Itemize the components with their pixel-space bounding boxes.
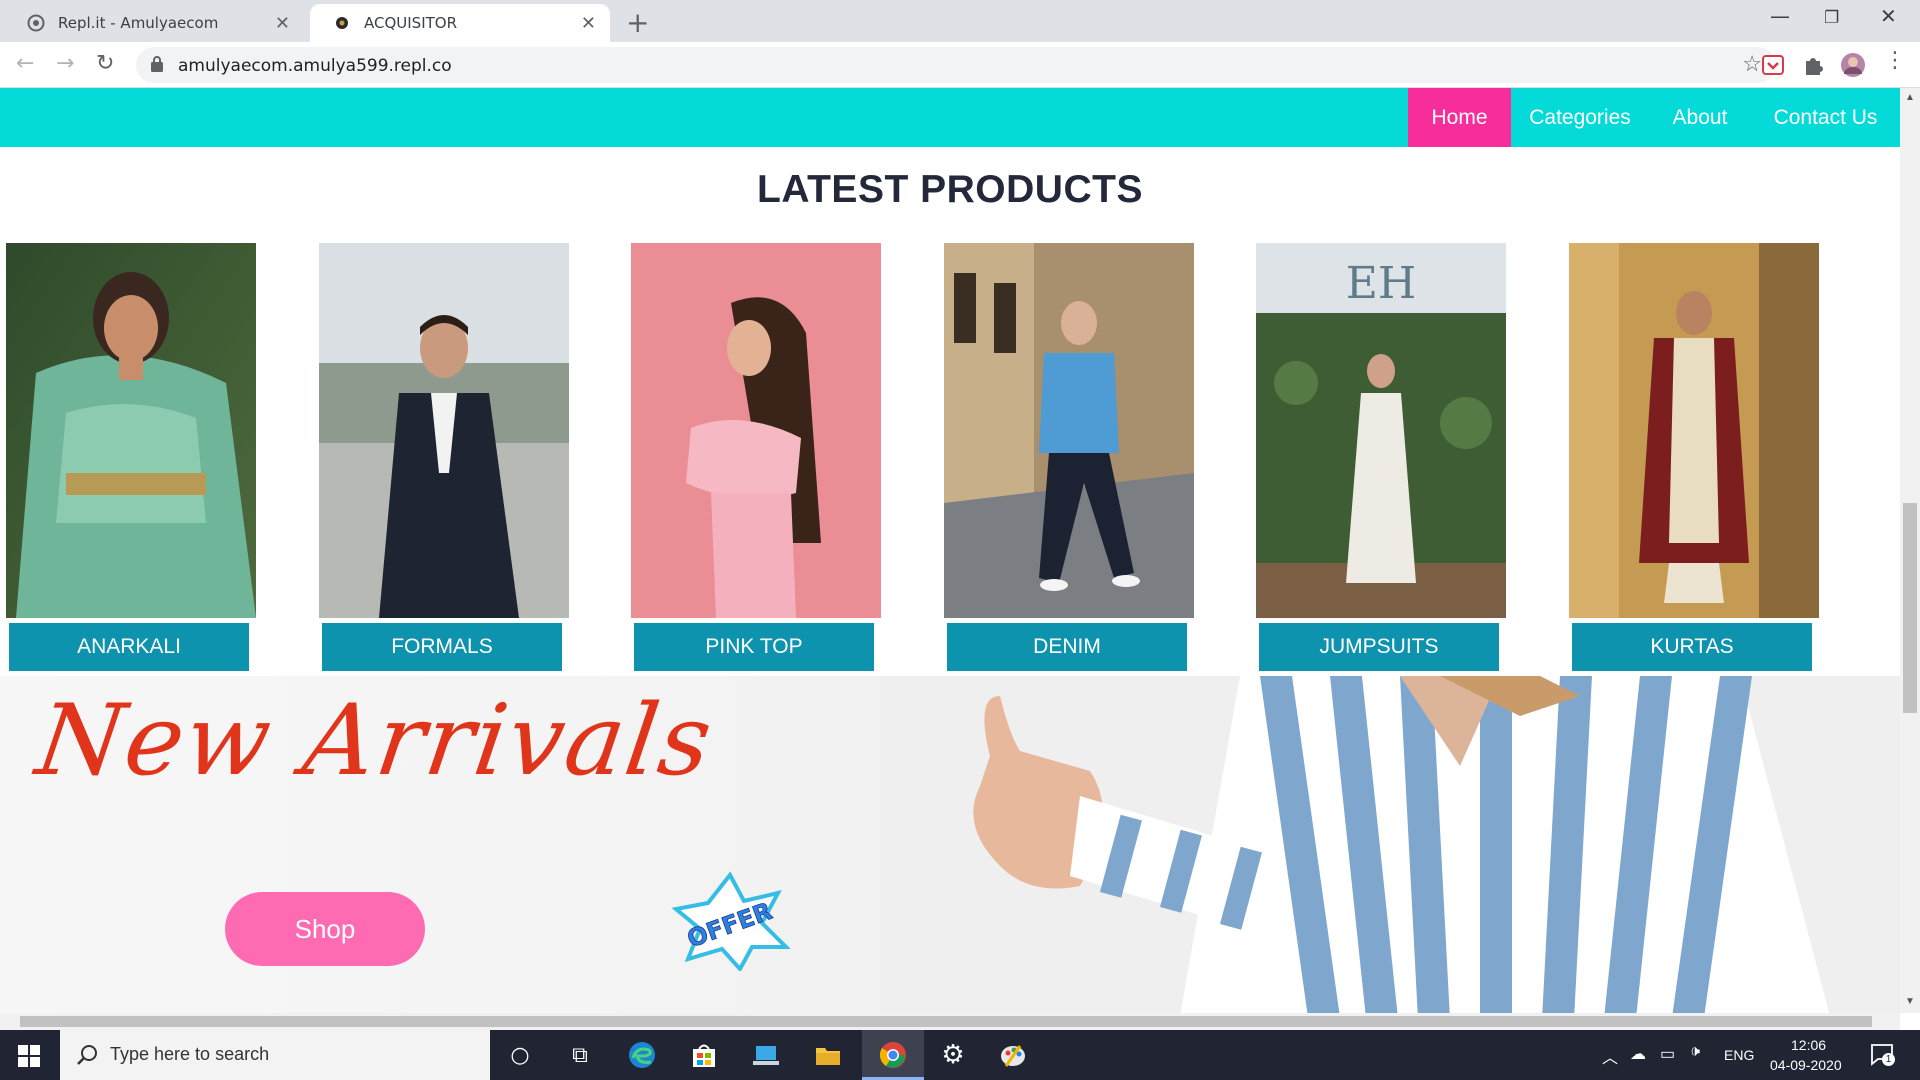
file-explorer-icon[interactable]: [813, 1040, 843, 1070]
product-photo-kurtas[interactable]: [1569, 243, 1819, 618]
horizontal-scrollbar-thumb[interactable]: [20, 1016, 1872, 1027]
product-photo-jumpsuits[interactable]: EH: [1256, 243, 1506, 618]
close-tab-icon[interactable]: ✕: [581, 13, 596, 34]
product-card[interactable]: PINK TOP: [631, 243, 881, 671]
product-card[interactable]: ANARKALI: [6, 243, 256, 671]
new-arrivals-banner: New Arrivals Shop OFFER: [0, 676, 1900, 1013]
search-placeholder: Type here to search: [110, 1044, 270, 1064]
nav-home[interactable]: Home: [1408, 88, 1511, 147]
section-title: LATEST PRODUCTS: [757, 168, 1143, 211]
forward-arrow-icon[interactable]: →: [56, 51, 74, 76]
product-photo-denim[interactable]: [944, 243, 1194, 618]
product-card[interactable]: FORMALS: [319, 243, 569, 671]
site-navbar: Home Categories About Contact Us: [0, 88, 1900, 147]
close-tab-icon[interactable]: ✕: [275, 13, 290, 34]
shop-button[interactable]: Shop: [225, 892, 425, 966]
volume-icon[interactable]: 🕩: [1690, 1043, 1700, 1061]
notification-count-badge: 1: [1882, 1053, 1895, 1066]
browser-menu-icon[interactable]: ⋮: [1884, 48, 1906, 73]
onedrive-cloud-icon[interactable]: ☁: [1630, 1044, 1646, 1064]
product-label[interactable]: PINK TOP: [634, 623, 874, 671]
nav-about[interactable]: About: [1649, 88, 1751, 147]
close-window-icon[interactable]: ✕: [1880, 4, 1897, 28]
browser-tab-replit[interactable]: Repl.it - Amulyaecom ✕: [4, 4, 304, 42]
banner-model-photo: [880, 676, 1900, 1013]
search-icon: [77, 1045, 97, 1065]
lock-icon: [151, 56, 163, 72]
product-photo-anarkali[interactable]: [6, 243, 256, 618]
product-photo-pink-top[interactable]: [631, 243, 881, 618]
vertical-scrollbar-thumb[interactable]: [1903, 503, 1917, 713]
task-view-icon[interactable]: ⧉: [565, 1040, 595, 1070]
minimize-icon[interactable]: —: [1770, 4, 1790, 28]
action-center-button[interactable]: 1: [1870, 1042, 1895, 1066]
product-card[interactable]: KURTAS: [1569, 243, 1819, 671]
browser-tab-acquisitor[interactable]: ACQUISITOR ✕: [310, 4, 610, 42]
tab-title: ACQUISITOR: [364, 14, 458, 32]
back-arrow-icon[interactable]: ←: [16, 51, 34, 76]
taskbar-search-box[interactable]: Type here to search: [60, 1030, 490, 1080]
banner-heading: New Arrivals: [29, 684, 721, 798]
show-hidden-icons-chevron-icon[interactable]: ︿: [1602, 1044, 1618, 1068]
extensions-puzzle-icon[interactable]: [1800, 52, 1826, 78]
vertical-scrollbar[interactable]: ▲ ▼: [1900, 88, 1920, 1013]
svg-text:EH: EH: [1346, 258, 1417, 309]
paint-app-icon[interactable]: [998, 1040, 1028, 1070]
profile-avatar[interactable]: [1840, 52, 1866, 78]
nav-categories[interactable]: Categories: [1511, 88, 1649, 147]
web-page: Home Categories About Contact Us LATEST …: [0, 88, 1900, 1013]
pocket-extension-icon[interactable]: [1760, 52, 1786, 78]
clock-date[interactable]: 04-09-2020: [1770, 1057, 1842, 1073]
address-bar[interactable]: amulyaecom.amulya599.repl.co ☆: [136, 47, 1776, 83]
product-label[interactable]: FORMALS: [322, 623, 562, 671]
product-card[interactable]: DENIM: [944, 243, 1194, 671]
url-text: amulyaecom.amulya599.repl.co: [178, 56, 452, 76]
offer-badge-icon: OFFER: [671, 871, 790, 971]
settings-gear-icon[interactable]: ⚙: [938, 1040, 968, 1070]
tab-title: Repl.it - Amulyaecom: [58, 14, 219, 32]
scroll-down-arrow-icon[interactable]: ▼: [1905, 996, 1915, 1007]
acquisitor-favicon-icon: [332, 13, 352, 33]
edge-browser-icon[interactable]: [627, 1040, 657, 1070]
windows-start-icon[interactable]: [18, 1045, 40, 1067]
clock-time[interactable]: 12:06: [1791, 1037, 1826, 1053]
microsoft-store-icon[interactable]: [689, 1040, 719, 1070]
product-photo-formals[interactable]: [319, 243, 569, 618]
product-label[interactable]: ANARKALI: [9, 623, 249, 671]
new-tab-button[interactable]: +: [626, 6, 649, 39]
restore-icon[interactable]: ❐: [1824, 8, 1839, 28]
chrome-icon: [879, 1042, 906, 1068]
cortana-icon[interactable]: ○: [505, 1040, 535, 1070]
windows-taskbar: Type here to search ○ ⧉ ⚙ ︿ ☁ ▭ 🕩 ENG 12…: [0, 1030, 1920, 1080]
product-label[interactable]: JUMPSUITS: [1259, 623, 1499, 671]
replit-favicon-icon: [26, 13, 46, 33]
browser-toolbar: ← → ↻ amulyaecom.amulya599.repl.co ☆ ⋮: [0, 42, 1920, 88]
browser-tab-bar: Repl.it - Amulyaecom ✕ ACQUISITOR ✕ + — …: [0, 0, 1920, 42]
product-label[interactable]: DENIM: [947, 623, 1187, 671]
scroll-up-arrow-icon[interactable]: ▲: [1905, 92, 1915, 103]
battery-icon[interactable]: ▭: [1660, 1044, 1675, 1064]
pc-laptop-icon[interactable]: [751, 1040, 781, 1070]
language-indicator[interactable]: ENG: [1724, 1047, 1754, 1063]
product-card[interactable]: EH JUMPSUITS: [1256, 243, 1506, 671]
chrome-taskbar-button[interactable]: [862, 1030, 924, 1080]
nav-contact-us[interactable]: Contact Us: [1751, 88, 1900, 147]
reload-icon[interactable]: ↻: [96, 51, 114, 76]
horizontal-scrollbar[interactable]: [0, 1013, 1900, 1030]
product-label[interactable]: KURTAS: [1572, 623, 1812, 671]
